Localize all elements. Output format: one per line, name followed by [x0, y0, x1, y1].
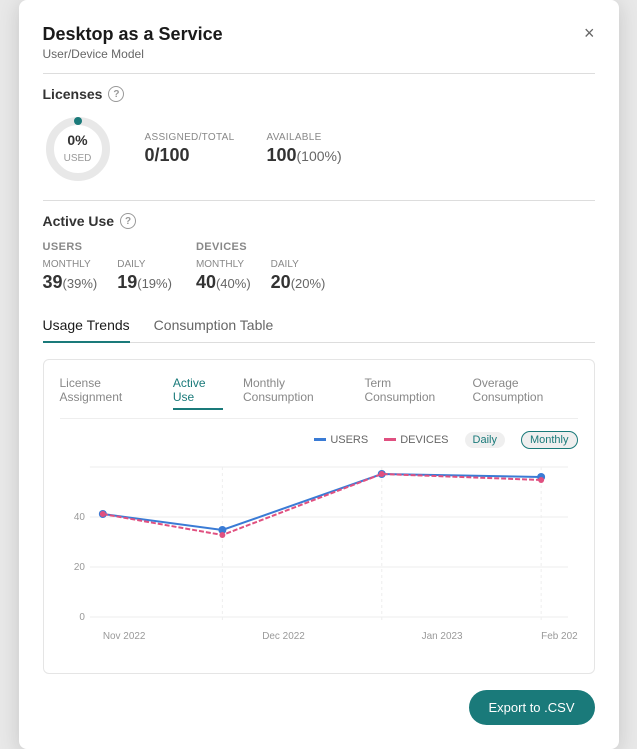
licenses-section-title: Licenses ?	[43, 86, 595, 102]
tab-usage-trends[interactable]: Usage Trends	[43, 309, 130, 343]
assigned-value: 0/100	[145, 145, 235, 166]
donut-used: USED	[64, 153, 92, 164]
legend-users-label: USERS	[330, 434, 368, 446]
devices-group: DEVICES MONTHLY 40(40%) DAILY 20(20%)	[196, 241, 325, 293]
svg-text:40: 40	[73, 512, 85, 523]
available-value: 100(100%)	[266, 145, 341, 166]
modal-title: Desktop as a Service	[43, 24, 223, 45]
svg-text:Nov 2022: Nov 2022	[102, 631, 145, 642]
chart-container: License Assignment Active Use Monthly Co…	[43, 359, 595, 674]
header-divider	[43, 73, 595, 74]
devices-monthly-label: MONTHLY	[196, 259, 251, 270]
active-use-section-title: Active Use ?	[43, 213, 595, 229]
legend-devices-icon	[384, 434, 396, 446]
donut-chart: 0% USED	[43, 114, 113, 184]
chart-tab-monthly-consumption[interactable]: Monthly Consumption	[243, 376, 344, 410]
svg-text:Dec 2022: Dec 2022	[262, 631, 305, 642]
legend-devices-label: DEVICES	[400, 434, 448, 446]
active-use-help-icon[interactable]: ?	[120, 213, 136, 229]
devices-monthly-metric: MONTHLY 40(40%)	[196, 259, 251, 293]
licenses-help-icon[interactable]: ?	[108, 86, 124, 102]
chart-legend: USERS DEVICES Daily Monthly	[60, 431, 578, 449]
chart-area: 0 20 40 Nov 2022 Dec 2022 Jan 2023 Feb 2…	[60, 457, 578, 657]
users-daily-value: 19(19%)	[117, 272, 172, 293]
legend-users-icon	[314, 434, 326, 446]
chart-tab-overage-consumption[interactable]: Overage Consumption	[473, 376, 578, 410]
donut-label: 0% USED	[64, 132, 92, 166]
chart-tab-license-assignment[interactable]: License Assignment	[60, 376, 153, 410]
close-button[interactable]: ×	[584, 24, 595, 42]
export-button[interactable]: Export to .CSV	[469, 690, 595, 725]
devices-metrics: MONTHLY 40(40%) DAILY 20(20%)	[196, 259, 325, 293]
assigned-stat: ASSIGNED/TOTAL 0/100	[145, 132, 235, 166]
devices-daily-metric: DAILY 20(20%)	[271, 259, 326, 293]
legend-users: USERS	[314, 434, 368, 446]
line-chart-svg: 0 20 40 Nov 2022 Dec 2022 Jan 2023 Feb 2…	[60, 457, 578, 657]
users-monthly-label: MONTHLY	[43, 259, 98, 270]
users-metrics: MONTHLY 39(39%) DAILY 19(19%)	[43, 259, 172, 293]
chart-tabs: License Assignment Active Use Monthly Co…	[60, 376, 578, 419]
svg-text:20: 20	[73, 562, 85, 573]
users-monthly-metric: MONTHLY 39(39%)	[43, 259, 98, 293]
available-stat: AVAILABLE 100(100%)	[266, 132, 341, 166]
devices-group-title: DEVICES	[196, 241, 325, 253]
devices-daily-label: DAILY	[271, 259, 326, 270]
available-label: AVAILABLE	[266, 132, 341, 143]
modal-subtitle: User/Device Model	[43, 47, 223, 61]
active-use-grid: USERS MONTHLY 39(39%) DAILY 19(19%) DEVI	[43, 241, 595, 293]
users-daily-label: DAILY	[117, 259, 172, 270]
users-monthly-value: 39(39%)	[43, 272, 98, 293]
modal-header: Desktop as a Service User/Device Model ×	[43, 24, 595, 61]
svg-text:Feb 2023: Feb 2023	[541, 631, 578, 642]
modal-title-block: Desktop as a Service User/Device Model	[43, 24, 223, 61]
donut-percent: 0%	[64, 132, 92, 148]
svg-text:0: 0	[79, 612, 85, 623]
period-daily-button[interactable]: Daily	[465, 432, 505, 448]
licenses-row: 0% USED ASSIGNED/TOTAL 0/100 AVAILABLE 1…	[43, 114, 595, 184]
chart-tab-term-consumption[interactable]: Term Consumption	[364, 376, 452, 410]
modal-container: Desktop as a Service User/Device Model ×…	[19, 0, 619, 749]
users-group: USERS MONTHLY 39(39%) DAILY 19(19%)	[43, 241, 172, 293]
devices-monthly-value: 40(40%)	[196, 272, 251, 293]
users-group-title: USERS	[43, 241, 172, 253]
svg-text:Jan 2023: Jan 2023	[421, 631, 462, 642]
main-tabs: Usage Trends Consumption Table	[43, 309, 595, 343]
chart-tab-active-use[interactable]: Active Use	[173, 376, 223, 410]
export-row: Export to .CSV	[43, 690, 595, 725]
period-monthly-button[interactable]: Monthly	[521, 431, 578, 449]
legend-devices: DEVICES	[384, 434, 448, 446]
licenses-divider	[43, 200, 595, 201]
assigned-label: ASSIGNED/TOTAL	[145, 132, 235, 143]
users-daily-metric: DAILY 19(19%)	[117, 259, 172, 293]
devices-daily-value: 20(20%)	[271, 272, 326, 293]
tab-consumption-table[interactable]: Consumption Table	[154, 309, 274, 343]
